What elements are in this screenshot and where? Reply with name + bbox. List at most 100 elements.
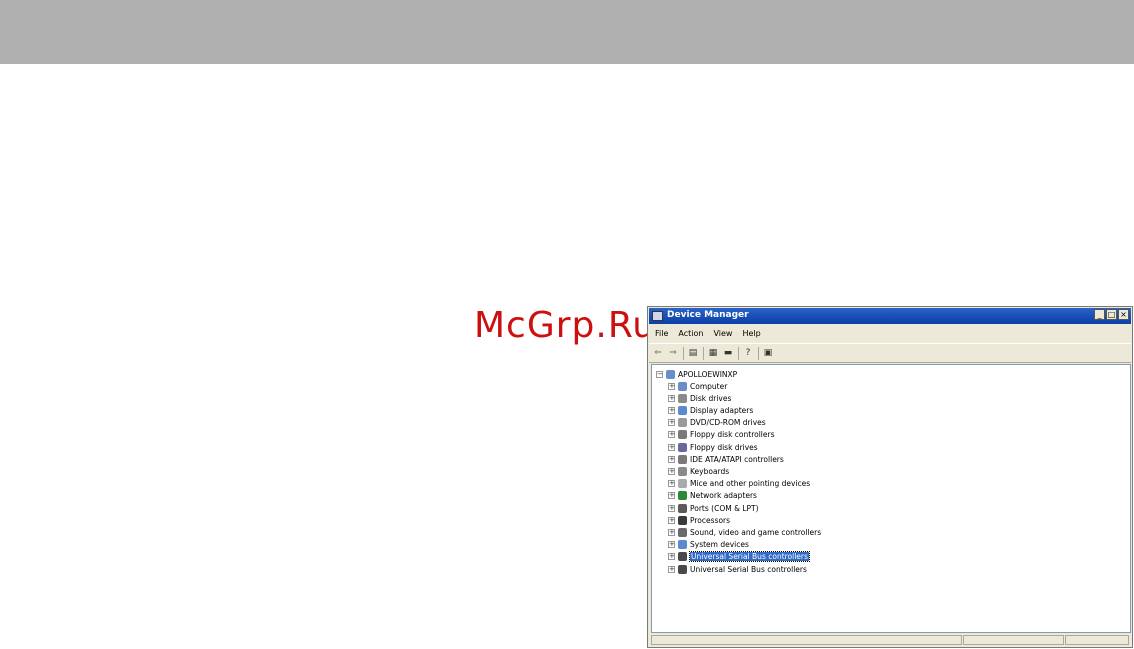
system-device-icon <box>678 540 687 550</box>
expand-icon[interactable]: + <box>668 492 675 500</box>
toolbar-separator <box>683 346 684 360</box>
computer-root-icon <box>666 369 675 379</box>
tree-item[interactable]: + Floppy disk controllers <box>668 429 775 441</box>
scan-hardware-icon[interactable]: ▣ <box>762 347 774 359</box>
usb-icon <box>678 564 687 574</box>
maximize-button[interactable]: □ <box>1106 309 1117 320</box>
device-manager-icon <box>652 311 663 321</box>
port-icon <box>678 503 687 513</box>
tree-item[interactable]: + Keyboards <box>668 465 729 477</box>
tree-item[interactable]: + Floppy disk drives <box>668 441 758 453</box>
keyboard-icon <box>678 466 687 476</box>
tree-item-label: Sound, video and game controllers <box>690 527 822 537</box>
expand-icon[interactable]: + <box>668 528 675 536</box>
tree-item[interactable]: + Universal Serial Bus controllers <box>668 551 810 563</box>
help-icon[interactable]: ? <box>742 347 754 359</box>
expand-icon[interactable]: + <box>668 443 675 451</box>
tree-item[interactable]: + IDE ATA/ATAPI controllers <box>668 453 784 465</box>
processor-icon <box>678 515 687 525</box>
expand-icon[interactable]: + <box>668 406 675 414</box>
toolbar-separator <box>703 346 704 360</box>
expand-icon[interactable]: + <box>668 382 675 390</box>
menu-view[interactable]: View <box>713 329 732 338</box>
mouse-icon <box>678 479 687 489</box>
status-pane-3 <box>1065 635 1130 645</box>
status-pane-2 <box>963 635 1065 645</box>
status-pane-main <box>651 635 963 645</box>
toolbar: ⇐ ⇒ ▤ ▦ ▬? ▣ <box>649 343 1131 363</box>
window-title: Device Manager <box>667 310 749 320</box>
expand-icon[interactable]: + <box>668 431 675 439</box>
minimize-button[interactable]: _ <box>1094 309 1105 320</box>
expand-icon[interactable]: + <box>668 516 675 524</box>
device-tree[interactable]: − APOLLOEWINXP + Computer + Disk drives + Dis… <box>651 364 1131 633</box>
close-button[interactable]: × <box>1118 309 1129 320</box>
tree-item-label: Keyboards <box>690 466 730 476</box>
device-manager-window: Device Manager _ □ × File Action View He… <box>647 306 1133 648</box>
tree-item[interactable]: + Mice and other pointing devices <box>668 478 810 490</box>
expand-icon[interactable]: + <box>668 467 675 475</box>
tree-item[interactable]: + Sound, video and game controllers <box>668 526 821 538</box>
expand-icon[interactable]: + <box>668 504 675 512</box>
title-bar[interactable]: Device Manager _ □ × <box>649 308 1131 324</box>
floppy-drive-icon <box>678 442 687 452</box>
tree-item-label: Ports (COM & LPT) <box>690 503 759 513</box>
tree-root-label: APOLLOEWINXP <box>678 369 738 379</box>
floppy-controller-icon <box>678 430 687 440</box>
tree-item-label: IDE ATA/ATAPI controllers <box>690 454 784 464</box>
tree-item-label: Floppy disk drives <box>690 442 758 452</box>
tree-item-label: DVD/CD-ROM drives <box>690 418 766 428</box>
toolbar-separator <box>758 346 759 360</box>
menu-file[interactable]: File <box>655 329 668 338</box>
tree-item-label: Disk drives <box>690 393 732 403</box>
tree-item[interactable]: + Processors <box>668 514 730 526</box>
back-icon[interactable]: ⇐ <box>652 347 664 359</box>
display-adapter-icon <box>678 405 687 415</box>
forward-icon[interactable]: ⇒ <box>667 347 679 359</box>
caption-buttons: _ □ × <box>1094 309 1129 320</box>
tree-root-row[interactable]: − APOLLOEWINXP <box>656 368 737 380</box>
expand-icon[interactable]: + <box>668 480 675 488</box>
menu-bar: File Action View Help <box>649 326 1131 341</box>
tree-item[interactable]: + Ports (COM & LPT) <box>668 502 759 514</box>
tree-item-label: Universal Serial Bus controllers <box>690 564 807 574</box>
properties-icon[interactable]: ▦ <box>707 347 719 359</box>
tree-item[interactable]: + Universal Serial Bus controllers <box>668 563 807 575</box>
show-hide-tree-icon[interactable]: ▤ <box>687 347 699 359</box>
tree-item[interactable]: + Disk drives <box>668 392 731 404</box>
expand-icon[interactable]: + <box>668 455 675 463</box>
tree-item-label: Universal Serial Bus controllers <box>689 551 810 563</box>
tree-item[interactable]: + Computer <box>668 380 727 392</box>
tree-item[interactable]: + System devices <box>668 539 749 551</box>
tree-item-label: Computer <box>690 381 728 391</box>
tree-item-label: Processors <box>690 515 731 525</box>
tree-item-label: Display adapters <box>690 405 754 415</box>
status-bar <box>651 635 1130 645</box>
tree-item-label: Network adapters <box>690 491 757 501</box>
expand-icon[interactable]: + <box>668 565 675 573</box>
expand-icon[interactable]: + <box>668 419 675 427</box>
tree-item-label: System devices <box>690 540 749 550</box>
print-icon[interactable]: ▬ <box>722 347 734 359</box>
expand-icon[interactable]: + <box>668 541 675 549</box>
toolbar-separator <box>738 346 739 360</box>
tree-item[interactable]: + Display adapters <box>668 404 753 416</box>
expand-icon[interactable]: + <box>668 394 675 402</box>
watermark-text: McGrp.Ru <box>474 305 657 346</box>
tree-item[interactable]: + Network adapters <box>668 490 757 502</box>
top-gray-band <box>0 0 1134 64</box>
ide-controller-icon <box>678 454 687 464</box>
menu-help[interactable]: Help <box>742 329 760 338</box>
tree-item-label: Floppy disk controllers <box>690 430 775 440</box>
cd-rom-icon <box>678 418 687 428</box>
menu-action[interactable]: Action <box>678 329 703 338</box>
expand-icon[interactable]: + <box>668 553 675 561</box>
tree-item[interactable]: + DVD/CD-ROM drives <box>668 417 766 429</box>
collapse-icon[interactable]: − <box>656 370 663 378</box>
tree-item-label: Mice and other pointing devices <box>690 479 811 489</box>
network-adapter-icon <box>678 491 687 501</box>
usb-icon <box>678 552 687 562</box>
computer-icon <box>678 381 687 391</box>
disk-drive-icon <box>678 393 687 403</box>
sound-icon <box>678 527 687 537</box>
